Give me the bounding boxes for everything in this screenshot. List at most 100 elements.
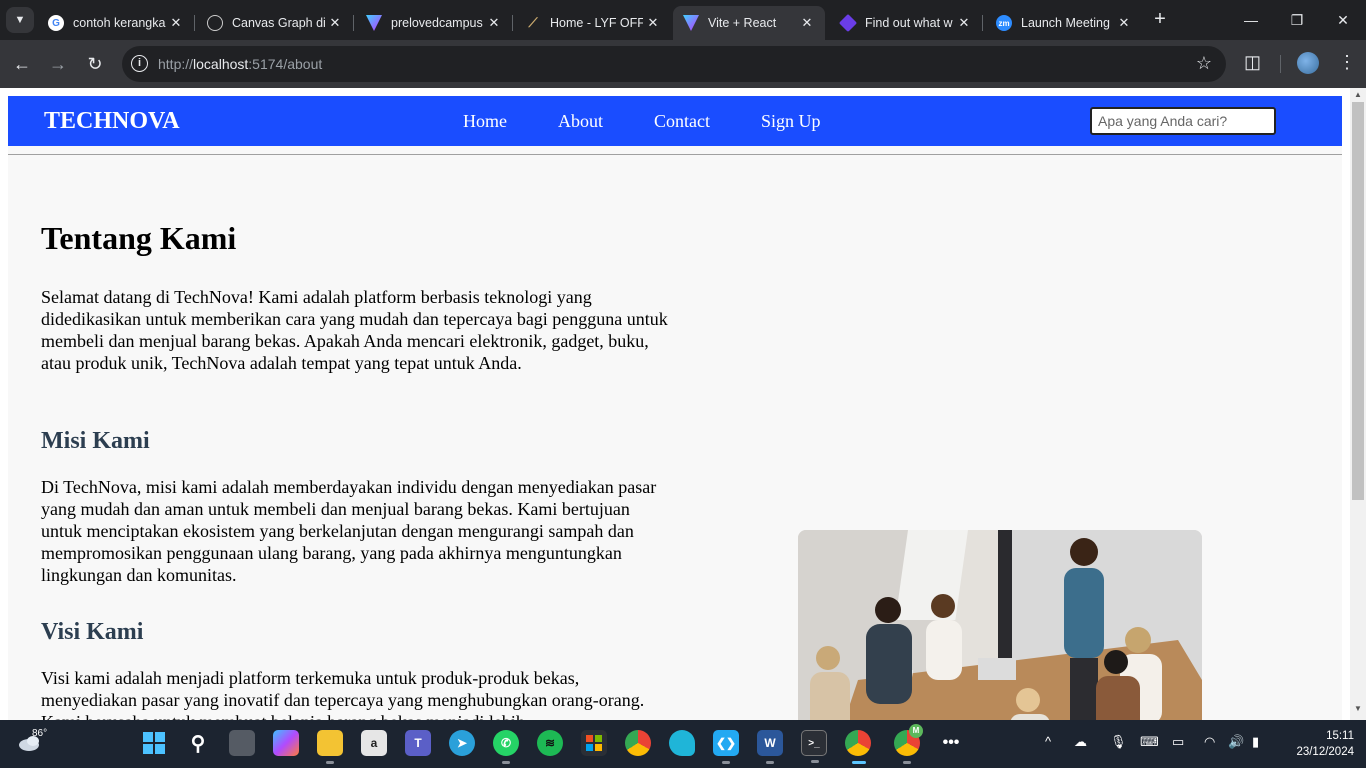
forward-arrow-icon[interactable]: → (44, 50, 72, 78)
tab-title: prelovedcampus (391, 16, 483, 30)
more-apps-ellipsis-icon[interactable]: ••• (938, 730, 964, 756)
file-explorer-icon[interactable] (317, 730, 343, 764)
battery-icon[interactable]: ▮ (1252, 734, 1259, 750)
url-scheme: http:// (158, 56, 194, 72)
browser-tab[interactable]: ⟋ Home - LYF OFF ✕ (515, 6, 671, 40)
spotify-icon[interactable]: ≋ (537, 730, 563, 756)
scrollbar-thumb[interactable] (1352, 102, 1364, 500)
onedrive-cloud-icon[interactable]: ☁ (1074, 734, 1087, 750)
site-info-icon[interactable]: i (131, 55, 148, 72)
chrome-profile-icon[interactable]: M (894, 724, 923, 764)
vision-paragraph: Visi kami adalah menjadi platform terkem… (41, 668, 645, 720)
browser-tab[interactable]: Find out what w ✕ (830, 6, 983, 40)
url-text[interactable]: http://localhost:5174/about (158, 56, 322, 72)
web-viewport: TECHNOVA Home About Contact Sign Up Tent… (0, 88, 1366, 720)
clock-time: 15:11 (1326, 730, 1354, 742)
browser-tab[interactable]: G contoh kerangka ✕ (38, 6, 195, 40)
nav-link-about[interactable]: About (558, 111, 603, 132)
lyf-icon: ⟋ (528, 15, 538, 30)
tab-title: Home - LYF OFF (550, 16, 643, 30)
microphone-icon[interactable]: 🎙 (1110, 734, 1127, 750)
intro-paragraph: Selamat datang di TechNova! Kami adalah … (41, 287, 668, 373)
wifi-icon[interactable]: ◠ (1204, 734, 1215, 750)
browser-tab[interactable]: zm Launch Meeting ✕ (986, 6, 1142, 40)
tab-divider (982, 15, 983, 31)
edge-icon[interactable] (669, 730, 695, 756)
mission-paragraph: Di TechNova, misi kami adalah memberdaya… (41, 477, 657, 585)
toolbar-divider (1280, 55, 1281, 73)
amazon-icon[interactable]: a (361, 730, 387, 756)
close-window-button[interactable]: ✕ (1320, 0, 1366, 40)
reload-icon[interactable]: ↻ (81, 50, 109, 78)
clock-date: 23/12/2024 (1296, 746, 1354, 758)
telegram-icon[interactable]: ➤ (449, 730, 475, 756)
tab-title: contoh kerangka (73, 16, 166, 30)
copilot-icon[interactable] (273, 730, 299, 756)
browser-tab-strip: ▼ G contoh kerangka ✕ Canvas Graph di ✕ … (0, 0, 1366, 40)
terminal-icon[interactable]: >_ (801, 730, 827, 763)
vite-icon (366, 15, 382, 31)
tab-title: Find out what w (865, 16, 953, 30)
close-tab-icon[interactable]: ✕ (484, 15, 504, 31)
display-icon[interactable]: ▭ (1172, 734, 1184, 750)
browser-tab-active[interactable]: Vite + React ✕ (673, 6, 825, 40)
close-tab-icon[interactable]: ✕ (1114, 15, 1134, 31)
tab-divider (353, 15, 354, 31)
browser-tab[interactable]: Canvas Graph di ✕ (197, 6, 354, 40)
team-meeting-photo (798, 530, 1202, 720)
nav-link-home[interactable]: Home (463, 111, 507, 132)
chrome-profile-badge: M (909, 724, 923, 738)
page-title: Tentang Kami (41, 220, 237, 256)
new-tab-button[interactable]: + (1148, 8, 1172, 32)
chrome-icon[interactable] (625, 730, 651, 756)
show-hidden-icons-chevron-icon[interactable]: ^ (1045, 734, 1051, 749)
bookmark-star-icon[interactable]: ☆ (1196, 53, 1212, 74)
site-brand-logo[interactable]: TECHNOVA (44, 108, 180, 135)
diamond-icon (838, 13, 858, 33)
keyboard-icon[interactable]: ⌨ (1140, 734, 1159, 750)
browser-toolbar: ← → ↻ i http://localhost:5174/about ☆ ◫ … (0, 40, 1366, 88)
url-host: localhost (193, 56, 249, 72)
close-tab-icon[interactable]: ✕ (797, 15, 817, 31)
scroll-up-arrow-icon[interactable]: ▲ (1350, 90, 1366, 102)
url-path: :5174/about (248, 56, 323, 72)
openai-icon (207, 15, 223, 31)
minimize-window-button[interactable]: — (1228, 0, 1274, 40)
windows-start-icon[interactable] (141, 730, 167, 756)
back-arrow-icon[interactable]: ← (8, 50, 36, 78)
browser-tab[interactable]: prelovedcampus ✕ (356, 6, 513, 40)
vite-icon (683, 15, 699, 31)
close-tab-icon[interactable]: ✕ (954, 15, 974, 31)
tab-divider (194, 15, 195, 31)
word-icon[interactable]: W (757, 730, 783, 764)
teams-icon[interactable]: T (405, 730, 431, 756)
task-view-icon[interactable] (229, 730, 255, 756)
team-meeting-illustration (798, 530, 1202, 720)
weather-widget[interactable]: 86° (18, 728, 48, 756)
vscode-icon[interactable]: ❮❯ (713, 730, 739, 764)
close-tab-icon[interactable]: ✕ (325, 15, 345, 31)
page-scrollbar[interactable]: ▲ ▼ (1350, 88, 1366, 720)
site-navbar: TECHNOVA Home About Contact Sign Up (8, 96, 1342, 146)
restore-window-button[interactable]: ❐ (1274, 0, 1320, 40)
search-icon[interactable]: ⚲ (185, 730, 211, 756)
system-clock[interactable]: 15:11 23/12/2024 (1276, 728, 1354, 760)
google-icon: G (48, 15, 64, 31)
site-search-input[interactable] (1090, 107, 1276, 135)
vision-heading: Visi Kami (41, 619, 144, 645)
close-tab-icon[interactable]: ✕ (643, 15, 663, 31)
scroll-down-arrow-icon[interactable]: ▼ (1350, 704, 1366, 716)
nav-link-sign-up[interactable]: Sign Up (761, 111, 821, 132)
profile-avatar[interactable] (1297, 52, 1319, 74)
address-bar[interactable]: i http://localhost:5174/about ☆ (122, 46, 1226, 82)
whatsapp-icon[interactable]: ✆ (493, 730, 519, 764)
nav-link-contact[interactable]: Contact (654, 111, 710, 132)
menu-kebab-icon[interactable]: ⋮ (1338, 52, 1356, 73)
microsoft-store-icon[interactable] (581, 730, 607, 756)
extensions-puzzle-icon[interactable]: ◫ (1244, 52, 1261, 73)
zoom-icon: zm (996, 15, 1012, 31)
close-tab-icon[interactable]: ✕ (166, 15, 186, 31)
volume-icon[interactable]: 🔊 (1228, 734, 1244, 750)
chrome-active-icon[interactable] (845, 730, 871, 764)
tab-search-chevron-icon[interactable]: ▼ (6, 7, 34, 33)
